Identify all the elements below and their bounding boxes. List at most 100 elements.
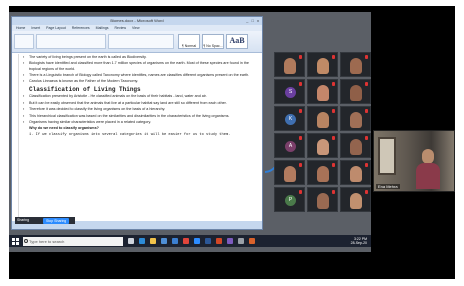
document-paragraph: Why do we need to classify organisms? — [29, 126, 99, 131]
document-paragraph: There is a Linguistic branch of Biology … — [23, 73, 251, 79]
participant-tile[interactable]: S — [274, 79, 305, 104]
participant-video — [350, 166, 362, 182]
photos-icon[interactable] — [227, 238, 233, 244]
muted-mic-icon — [332, 55, 335, 59]
participant-avatar: K — [285, 114, 296, 125]
windows-taskbar: Type here to search 3:22 PM 28-Sep-20 — [9, 235, 371, 247]
system-tray[interactable]: 3:22 PM 28-Sep-20 — [351, 237, 367, 245]
participant-tile[interactable] — [307, 187, 338, 212]
participant-video — [317, 139, 329, 155]
stop-sharing-button[interactable]: Stop Sharing — [43, 217, 70, 224]
zoom-icon[interactable] — [194, 238, 200, 244]
participant-video — [317, 112, 329, 128]
muted-mic-icon — [299, 82, 302, 86]
meeting-window: Biomes.docx - Microsoft Word _ □ x Home I… — [9, 6, 455, 279]
muted-mic-icon — [365, 82, 368, 86]
app-icon[interactable] — [249, 238, 255, 244]
participant-video — [317, 193, 329, 209]
participant-video — [284, 58, 296, 74]
settings-icon[interactable] — [238, 238, 244, 244]
participant-tile[interactable] — [307, 160, 338, 185]
task-view-icon[interactable] — [128, 238, 134, 244]
chrome-icon[interactable] — [183, 238, 189, 244]
participant-video — [350, 193, 362, 209]
participant-tile[interactable]: P — [274, 187, 305, 212]
muted-mic-icon — [299, 55, 302, 59]
participant-tile[interactable] — [307, 52, 338, 77]
document-paragraph: Carolus Linnaeus is known as the Father … — [23, 79, 251, 85]
participant-tile[interactable] — [274, 160, 305, 185]
style-no-spacing[interactable]: ¶ No Spac... — [202, 34, 224, 49]
participant-tile[interactable]: A — [274, 133, 305, 158]
muted-mic-icon — [365, 109, 368, 113]
participant-avatar: S — [285, 87, 296, 98]
word-title: Biomes.docx - Microsoft Word — [110, 18, 164, 23]
participant-video — [317, 166, 329, 182]
document-paragraph: Therefore it was decided to classify the… — [23, 107, 251, 113]
word-window[interactable]: Biomes.docx - Microsoft Word _ □ x Home I… — [11, 16, 263, 230]
taskbar-apps — [123, 238, 255, 244]
taskbar-search[interactable]: Type here to search — [23, 236, 123, 246]
muted-mic-icon — [332, 190, 335, 194]
muted-mic-icon — [332, 109, 335, 113]
muted-mic-icon — [365, 190, 368, 194]
mail-icon[interactable] — [172, 238, 178, 244]
participant-video — [284, 166, 296, 182]
style-normal[interactable]: ¶ Normal — [178, 34, 200, 49]
style-heading-sample: AaB — [229, 36, 245, 45]
participant-tile[interactable] — [307, 133, 338, 158]
word-icon[interactable] — [205, 238, 211, 244]
edge-icon[interactable] — [139, 238, 145, 244]
paragraph-group[interactable] — [108, 34, 174, 49]
speaker-video[interactable]: Ena Mehra — [373, 130, 455, 192]
window-controls[interactable]: _ □ x — [246, 18, 260, 24]
share-label: Sharing — [17, 218, 30, 222]
clipboard-group[interactable] — [14, 34, 34, 49]
muted-mic-icon — [332, 82, 335, 86]
style-no-spacing-label: ¶ No Spac... — [203, 44, 223, 48]
muted-mic-icon — [299, 109, 302, 113]
participant-tile[interactable] — [274, 52, 305, 77]
muted-mic-icon — [332, 163, 335, 167]
participant-tile[interactable] — [340, 160, 371, 185]
windows-start-icon[interactable] — [12, 237, 19, 245]
muted-mic-icon — [299, 136, 302, 140]
style-heading-1[interactable]: AaB — [226, 34, 248, 49]
search-placeholder: Type here to search — [29, 238, 65, 244]
participant-tile[interactable] — [340, 187, 371, 212]
document-paragraph: But it can be easily observed that the a… — [23, 101, 251, 107]
document-heading: Classification of Living Things — [29, 85, 141, 93]
document-paragraph: This hierarchical classification was bas… — [23, 114, 251, 120]
font-group[interactable] — [36, 34, 106, 49]
ribbon: ¶ Normal ¶ No Spac... AaB — [12, 31, 262, 53]
document-paragraph: Organisms having similar characteristics… — [23, 120, 251, 126]
participant-video — [317, 58, 329, 74]
style-normal-label: ¶ Normal — [181, 44, 197, 48]
muted-mic-icon — [365, 136, 368, 140]
speaker-name: Ena Mehra — [376, 184, 400, 189]
participant-tile[interactable] — [307, 79, 338, 104]
participant-tile[interactable] — [340, 133, 371, 158]
participant-tile[interactable] — [307, 106, 338, 131]
speaker-person — [416, 147, 440, 189]
file-explorer-icon[interactable] — [150, 238, 156, 244]
document-paragraph: 1. If we classify organisms into several… — [29, 132, 231, 137]
word-title-bar: Biomes.docx - Microsoft Word _ □ x — [12, 17, 262, 25]
muted-mic-icon — [332, 136, 335, 140]
participant-tile[interactable] — [340, 106, 371, 131]
participant-grid: S K A P — [274, 52, 371, 227]
document-paragraph: The variety of living beings present on … — [23, 55, 251, 61]
store-icon[interactable] — [161, 238, 167, 244]
participant-video — [350, 112, 362, 128]
participant-avatar: P — [285, 195, 296, 206]
share-toolbar: Sharing Stop Sharing — [15, 217, 75, 224]
participant-video — [317, 85, 329, 101]
participant-tile[interactable]: K — [274, 106, 305, 131]
shared-screen: Biomes.docx - Microsoft Word _ □ x Home I… — [9, 12, 371, 252]
document-page[interactable]: The variety of living beings present on … — [18, 54, 254, 222]
participant-tile[interactable] — [340, 52, 371, 77]
muted-mic-icon — [365, 163, 368, 167]
participant-tile[interactable] — [340, 79, 371, 104]
powerpoint-icon[interactable] — [216, 238, 222, 244]
participant-video — [350, 139, 362, 155]
